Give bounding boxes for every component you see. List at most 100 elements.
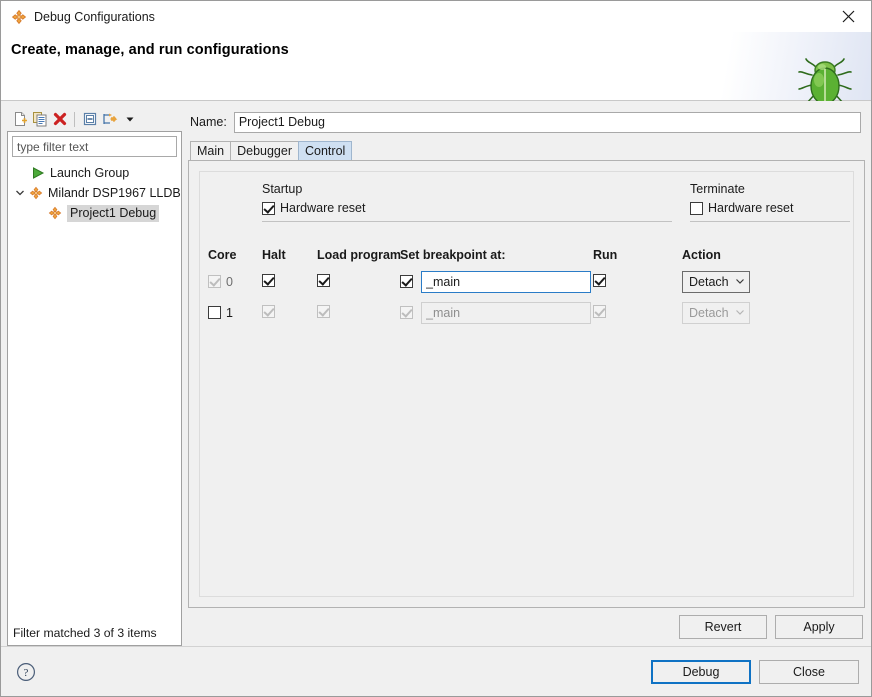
core-0-breakpoint-checkbox[interactable]: [400, 275, 413, 288]
tab-main[interactable]: Main: [190, 141, 232, 160]
terminate-divider: [690, 221, 850, 222]
core-0-number: 0: [226, 274, 233, 289]
column-header-core: Core: [208, 248, 237, 262]
core-0-breakpoint-input[interactable]: [421, 270, 591, 293]
view-menu-chevron-icon[interactable]: [121, 111, 138, 128]
core-1-number: 1: [226, 305, 233, 320]
core-0-action-cell: Detach: [682, 270, 750, 293]
core-0-run-checkbox[interactable]: [593, 273, 606, 287]
launch-group-icon: [30, 165, 46, 181]
core-1-run-checkbox-cell: [593, 304, 606, 321]
debug-config-icon: [11, 9, 27, 25]
startup-title: Startup: [262, 182, 303, 196]
core-1-load-program-checkbox-cell: [317, 304, 330, 321]
configurations-panel: Launch Group: [7, 107, 182, 646]
apply-button[interactable]: Apply: [775, 615, 863, 639]
core-1-enable-checkbox[interactable]: [208, 306, 221, 319]
tree-item-label: Milandr DSP1967 LLDB: [48, 186, 181, 200]
startup-hardware-reset-row[interactable]: Hardware reset: [262, 201, 672, 215]
tab-control[interactable]: Control: [298, 141, 353, 160]
new-configuration-icon[interactable]: [11, 111, 28, 128]
filter-status-text: Filter matched 3 of 3 items: [13, 626, 157, 640]
filter-wrapper: [8, 132, 181, 157]
configuration-name-input[interactable]: [233, 111, 861, 133]
cores-grid: Core Halt Load program Set breakpoint at…: [200, 244, 853, 328]
name-row: Name:: [188, 110, 865, 134]
core-0-cell: 0: [208, 275, 233, 289]
svg-text:?: ?: [24, 667, 29, 679]
column-header-action: Action: [682, 248, 721, 262]
filter-input[interactable]: [12, 136, 177, 157]
startup-divider: [262, 221, 672, 222]
core-1-load-program-checkbox: [317, 304, 330, 318]
core-0-halt-checkbox-cell: [262, 273, 275, 290]
duplicate-configuration-icon[interactable]: [31, 111, 48, 128]
core-0-load-program-checkbox[interactable]: [317, 273, 330, 287]
filter-launch-configurations-icon[interactable]: [101, 111, 118, 128]
revert-button[interactable]: Revert: [679, 615, 767, 639]
debug-button[interactable]: Debug: [651, 659, 751, 684]
tab-strip: Main Debugger Control: [188, 141, 865, 160]
core-0-action-value: Detach: [689, 274, 729, 289]
core-1-cell: 1: [208, 306, 233, 320]
core-0-run-checkbox-cell: [593, 273, 606, 290]
startup-section: Startup Hardware reset: [262, 182, 672, 222]
column-header-run: Run: [593, 248, 618, 262]
tree-item-launch-group[interactable]: Launch Group: [8, 163, 181, 183]
close-icon[interactable]: [826, 1, 871, 32]
window-title: Debug Configurations: [34, 9, 155, 24]
core-1-breakpoint-input: [421, 301, 591, 324]
dialog-header: Create, manage, and run configurations: [1, 32, 871, 106]
control-settings-group: Startup Hardware reset Terminate Hardwar…: [199, 171, 854, 597]
column-header-halt: Halt: [262, 248, 286, 262]
startup-hardware-reset-checkbox[interactable]: [262, 201, 275, 215]
core-0-breakpoint-cell: [400, 270, 591, 293]
tab-content-control: Startup Hardware reset Terminate Hardwar…: [188, 160, 865, 608]
help-question-icon[interactable]: ?: [16, 662, 36, 682]
tree-item-label: Launch Group: [50, 166, 130, 180]
core-1-breakpoint-cell: [400, 301, 591, 324]
core-0-load-program-checkbox-cell: [317, 273, 330, 290]
name-label: Name:: [190, 115, 227, 129]
terminate-title: Terminate: [690, 182, 745, 196]
core-0-action-combo[interactable]: Detach: [682, 270, 750, 293]
core-1-halt-checkbox-cell: [262, 304, 275, 321]
terminate-hardware-reset-label: Hardware reset: [708, 201, 794, 215]
tab-folder: Main Debugger Control Startup Hardware r…: [188, 141, 865, 646]
terminate-section: Terminate Hardware reset: [690, 182, 850, 222]
debug-config-icon: [47, 205, 63, 221]
configurations-tree: Launch Group: [7, 131, 182, 646]
startup-hardware-reset-label: Hardware reset: [280, 201, 366, 215]
core-1-action-cell: Detach: [682, 301, 750, 324]
collapse-all-icon[interactable]: [81, 111, 98, 128]
debug-configurations-dialog: Debug Configurations Create, manage, and…: [0, 0, 872, 697]
terminate-hardware-reset-row[interactable]: Hardware reset: [690, 201, 850, 215]
debug-config-icon: [28, 185, 44, 201]
core-1-halt-checkbox: [262, 304, 275, 318]
terminate-hardware-reset-checkbox[interactable]: [690, 201, 703, 215]
tree-item-project1-debug[interactable]: Project1 Debug: [8, 203, 181, 223]
core-0-halt-checkbox[interactable]: [262, 273, 275, 287]
core-1-breakpoint-checkbox: [400, 306, 413, 319]
chevron-down-icon: [735, 306, 745, 320]
configuration-editor: Name: Main Debugger Control Startup: [188, 107, 865, 646]
chevron-down-icon[interactable]: [12, 185, 28, 201]
column-header-set-breakpoint: Set breakpoint at:: [400, 248, 506, 262]
tree-toolbar: [7, 107, 182, 131]
core-1-action-combo: Detach: [682, 301, 750, 324]
toolbar-separator: [74, 111, 75, 127]
core-0-enable-checkbox: [208, 275, 221, 288]
close-button[interactable]: Close: [759, 659, 859, 684]
tree-items: Launch Group Milandr DSP1967 LLDB Projec…: [8, 157, 181, 621]
tab-debugger[interactable]: Debugger: [230, 141, 299, 160]
tree-item-label: Project1 Debug: [67, 204, 160, 222]
tree-item-milandr-dsp1967-lldb[interactable]: Milandr DSP1967 LLDB: [8, 183, 181, 203]
column-header-load-program: Load program: [317, 248, 402, 262]
table-row: 0 _main Detach: [200, 266, 853, 297]
revert-apply-row: Revert Apply: [188, 608, 865, 646]
delete-configuration-icon[interactable]: [51, 111, 68, 128]
title-bar: Debug Configurations: [1, 1, 871, 32]
chevron-down-icon: [735, 275, 745, 289]
page-title: Create, manage, and run configurations: [11, 42, 289, 58]
dialog-footer: ? Debug Close: [1, 646, 871, 696]
